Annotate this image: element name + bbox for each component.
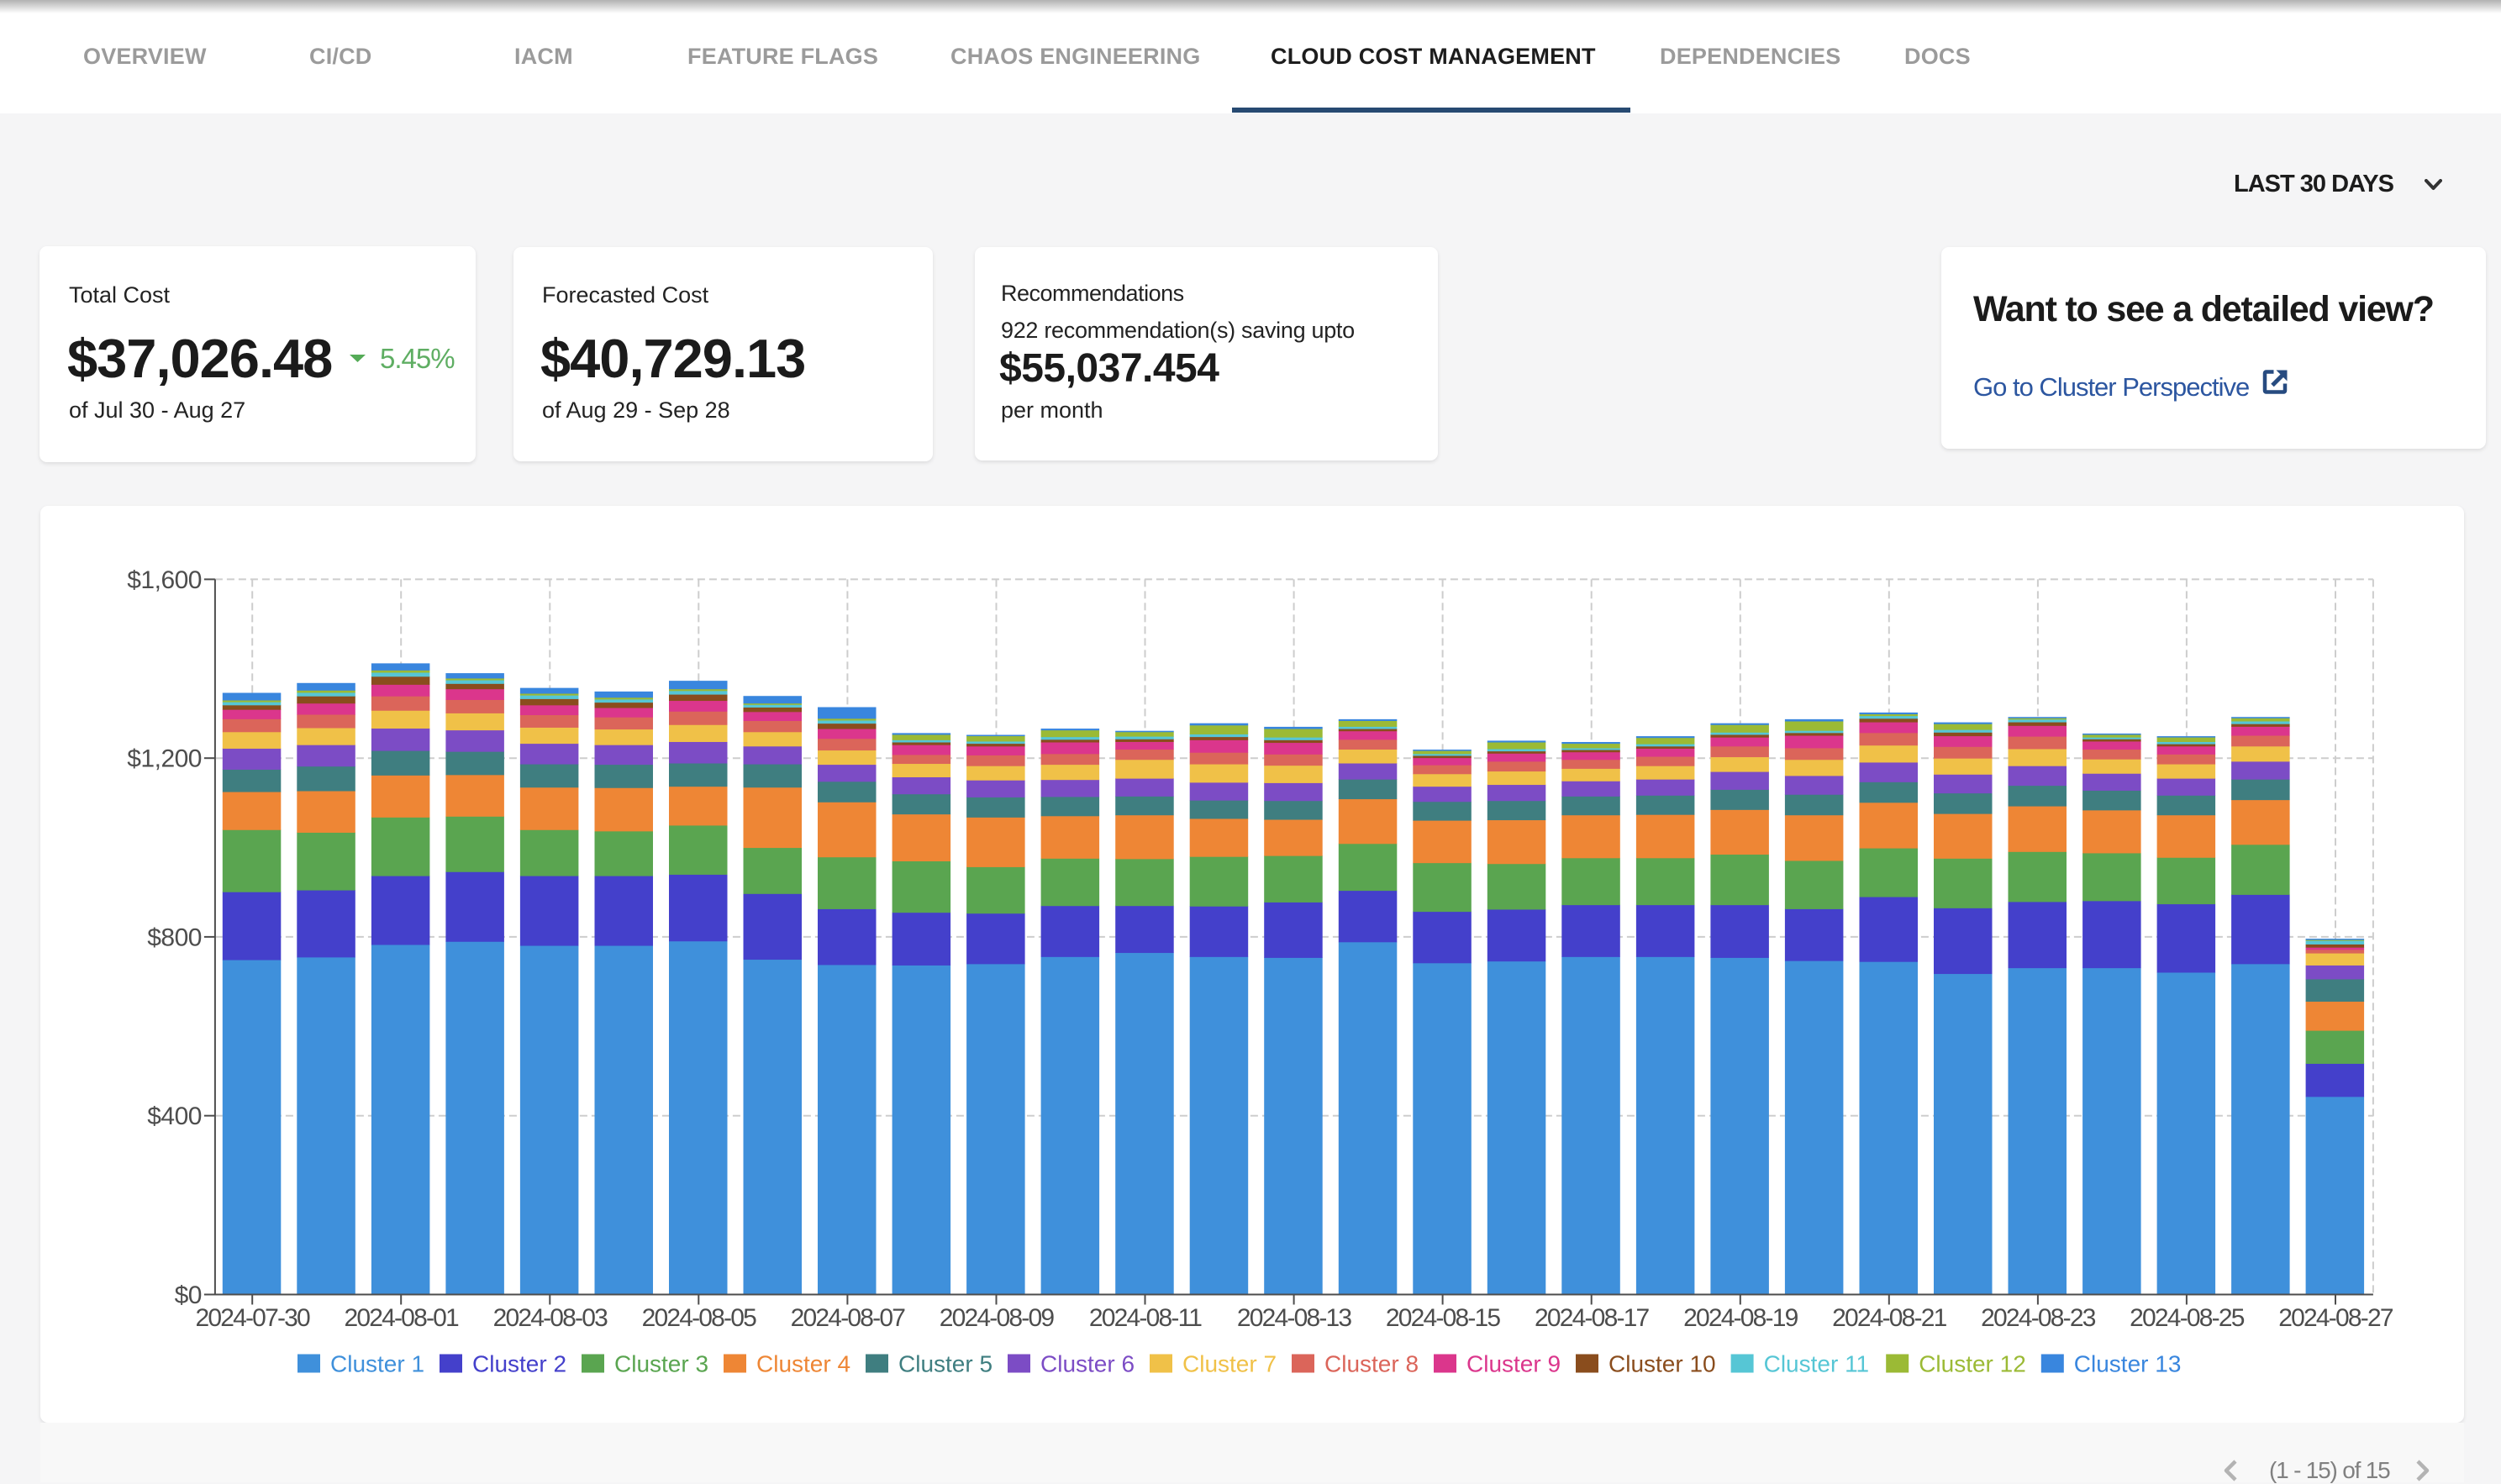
svg-text:2024-08-19: 2024-08-19 bbox=[1683, 1304, 1798, 1332]
svg-text:2024-08-23: 2024-08-23 bbox=[1981, 1304, 2096, 1332]
svg-text:2024-07-30: 2024-07-30 bbox=[195, 1304, 310, 1332]
svg-text:Cluster 8: Cluster 8 bbox=[1324, 1351, 1419, 1377]
svg-text:$1,200: $1,200 bbox=[127, 745, 202, 773]
svg-text:Cluster 10: Cluster 10 bbox=[1609, 1351, 1716, 1377]
svg-text:$1,600: $1,600 bbox=[127, 566, 202, 594]
svg-text:Cluster 2: Cluster 2 bbox=[472, 1351, 566, 1377]
svg-text:2024-08-25: 2024-08-25 bbox=[2130, 1304, 2245, 1332]
svg-text:Cluster 11: Cluster 11 bbox=[1764, 1351, 1870, 1377]
svg-text:Cluster 9: Cluster 9 bbox=[1466, 1351, 1561, 1377]
svg-text:2024-08-21: 2024-08-21 bbox=[1832, 1304, 1947, 1332]
svg-text:$400: $400 bbox=[147, 1102, 202, 1130]
svg-text:2024-08-11: 2024-08-11 bbox=[1089, 1304, 1202, 1332]
svg-text:Cluster 6: Cluster 6 bbox=[1040, 1351, 1135, 1377]
svg-text:Cluster 3: Cluster 3 bbox=[614, 1351, 708, 1377]
svg-text:$800: $800 bbox=[147, 924, 202, 951]
svg-text:Cluster 4: Cluster 4 bbox=[756, 1351, 850, 1377]
svg-text:2024-08-03: 2024-08-03 bbox=[493, 1304, 608, 1332]
svg-text:2024-08-17: 2024-08-17 bbox=[1535, 1304, 1650, 1332]
svg-text:Cluster 5: Cluster 5 bbox=[898, 1351, 993, 1377]
svg-text:2024-08-07: 2024-08-07 bbox=[791, 1304, 906, 1332]
svg-text:2024-08-15: 2024-08-15 bbox=[1386, 1304, 1501, 1332]
svg-text:2024-08-09: 2024-08-09 bbox=[940, 1304, 1055, 1332]
svg-text:Cluster 1: Cluster 1 bbox=[330, 1351, 424, 1377]
svg-text:Cluster 12: Cluster 12 bbox=[1919, 1351, 2026, 1377]
svg-text:2024-08-01: 2024-08-01 bbox=[344, 1304, 459, 1332]
svg-text:2024-08-13: 2024-08-13 bbox=[1237, 1304, 1352, 1332]
svg-text:Cluster 13: Cluster 13 bbox=[2074, 1351, 2182, 1377]
svg-text:Cluster 7: Cluster 7 bbox=[1182, 1351, 1277, 1377]
svg-text:2024-08-05: 2024-08-05 bbox=[642, 1304, 757, 1332]
svg-text:2024-08-27: 2024-08-27 bbox=[2278, 1304, 2393, 1332]
